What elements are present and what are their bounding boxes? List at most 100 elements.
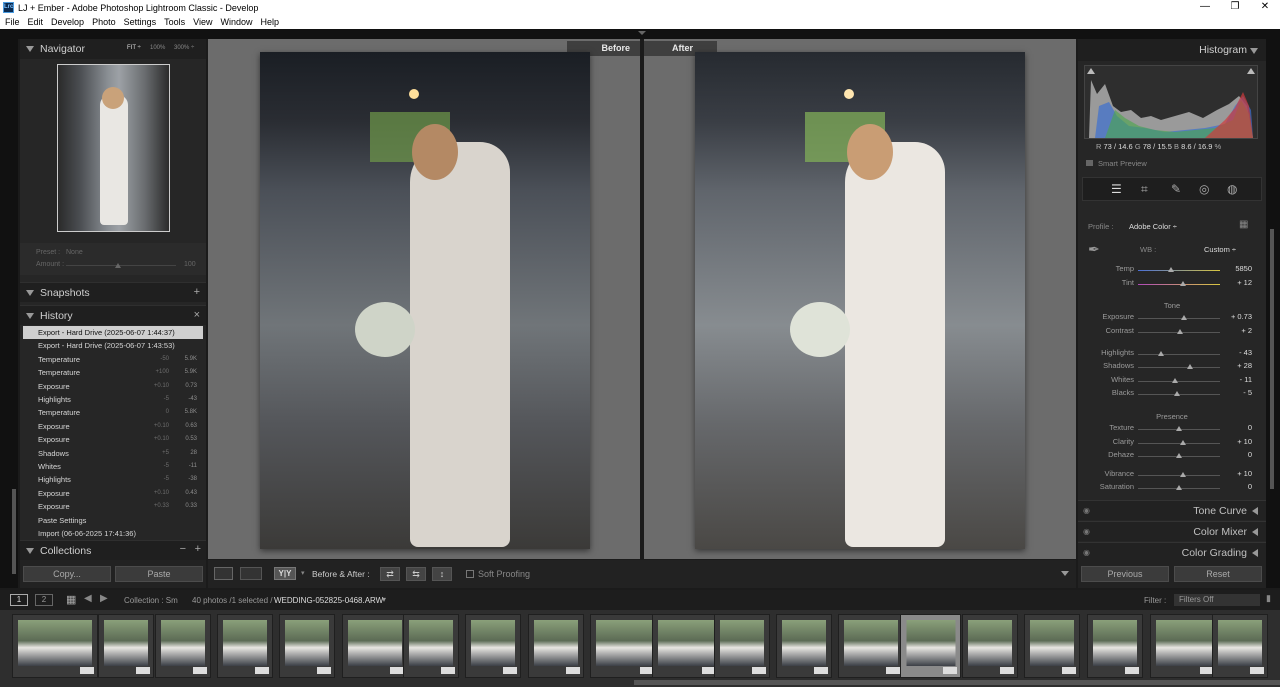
- slider-value[interactable]: + 28: [1237, 361, 1252, 370]
- slider-highlights[interactable]: Highlights - 43: [1078, 348, 1266, 361]
- close-icon[interactable]: ✕: [1250, 0, 1280, 15]
- wb-select[interactable]: Custom ÷: [1204, 245, 1236, 254]
- filmstrip-thumbnail[interactable]: [838, 614, 904, 678]
- slider-knob[interactable]: [1176, 426, 1182, 431]
- crop-icon[interactable]: ⌗: [1141, 182, 1148, 197]
- left-scrollbar[interactable]: [12, 489, 16, 574]
- zoom-100[interactable]: 100%: [150, 45, 165, 51]
- filmstrip-source[interactable]: Collection : Sm: [124, 596, 178, 605]
- amount-track[interactable]: [66, 265, 176, 266]
- slider-value[interactable]: - 43: [1239, 348, 1252, 357]
- filmstrip-thumbnail[interactable]: [714, 614, 770, 678]
- forward-arrow-icon[interactable]: ▶: [100, 593, 108, 604]
- slider-track[interactable]: [1138, 367, 1220, 368]
- slider-knob[interactable]: [1174, 391, 1181, 396]
- filmstrip-thumbnail[interactable]: [590, 614, 658, 678]
- filmstrip-thumbnail[interactable]: [342, 614, 408, 678]
- slider-knob[interactable]: [1176, 328, 1183, 334]
- history-item[interactable]: Exposure +0.33 0.33: [23, 500, 203, 513]
- history-item[interactable]: Highlights -5 -43: [23, 393, 203, 406]
- filter-select[interactable]: Filters Off: [1174, 594, 1260, 606]
- previous-button[interactable]: Previous: [1081, 566, 1169, 582]
- zoom-fit[interactable]: FIT ÷: [127, 45, 141, 51]
- menu-edit[interactable]: Edit: [28, 17, 44, 27]
- wb-eyedropper-icon[interactable]: ✒: [1088, 241, 1108, 261]
- slider-vibrance[interactable]: Vibrance + 10: [1078, 469, 1266, 482]
- slider-clarity[interactable]: Clarity + 10: [1078, 437, 1266, 450]
- slider-track[interactable]: [1138, 380, 1220, 382]
- collapse-triangle-icon[interactable]: [26, 547, 34, 554]
- loupe-view-icon[interactable]: [214, 567, 233, 580]
- filmstrip-thumbnail[interactable]: [1024, 614, 1080, 678]
- navigator-header[interactable]: Navigator FIT ÷ 100% 300% ÷: [20, 39, 206, 59]
- slider-value[interactable]: + 10: [1237, 469, 1252, 478]
- module-picker-collapsed[interactable]: [0, 29, 1280, 39]
- slider-saturation[interactable]: Saturation 0: [1078, 482, 1266, 495]
- slider-contrast[interactable]: Contrast + 2: [1078, 326, 1266, 339]
- reference-view-icon[interactable]: [240, 567, 262, 580]
- main-window-icon[interactable]: 1: [10, 594, 28, 606]
- slider-knob[interactable]: [1187, 364, 1194, 369]
- highlight-clipping-icon[interactable]: [1247, 68, 1255, 74]
- history-header[interactable]: History ×: [20, 305, 206, 325]
- expand-triangle-icon[interactable]: [1252, 507, 1258, 515]
- paste-settings-button[interactable]: Paste: [115, 566, 203, 582]
- menu-view[interactable]: View: [193, 17, 212, 27]
- menu-tools[interactable]: Tools: [164, 17, 185, 27]
- slider-tint[interactable]: Tint + 12: [1078, 278, 1266, 291]
- slider-value[interactable]: - 11: [1240, 375, 1252, 384]
- slider-knob[interactable]: [1176, 485, 1182, 490]
- slider-value[interactable]: - 5: [1243, 388, 1252, 397]
- color-mixer-header[interactable]: ◉ Color Mixer: [1078, 521, 1266, 541]
- back-arrow-icon[interactable]: ◀: [84, 593, 92, 604]
- slider-temp[interactable]: Temp 5850: [1078, 264, 1266, 277]
- slider-value[interactable]: 0: [1248, 450, 1252, 459]
- history-item[interactable]: Shadows +5 28: [23, 447, 203, 460]
- filmstrip-thumbnail[interactable]: [962, 614, 1018, 678]
- history-item[interactable]: Exposure +0.10 0.53: [23, 433, 203, 446]
- filmstrip-thumbnail[interactable]: [528, 614, 584, 678]
- slider-value[interactable]: 5850: [1235, 264, 1252, 273]
- chevron-down-icon[interactable]: ▾: [382, 595, 386, 604]
- collections-header[interactable]: Collections − +: [20, 540, 206, 560]
- history-item[interactable]: Paste Settings: [23, 514, 203, 527]
- zoom-300[interactable]: 300% ÷: [174, 45, 194, 51]
- history-item[interactable]: Exposure +0.10 0.63: [23, 420, 203, 433]
- slider-track[interactable]: [1138, 270, 1220, 271]
- histogram-graph[interactable]: [1084, 65, 1258, 139]
- history-item[interactable]: Temperature 0 5.8K: [23, 406, 203, 419]
- healing-icon[interactable]: ✎: [1171, 182, 1181, 196]
- history-item[interactable]: Temperature -50 5.9K: [23, 353, 203, 366]
- slider-track[interactable]: [1138, 353, 1220, 355]
- navigator-preview[interactable]: [57, 64, 170, 232]
- right-panel-edge[interactable]: [1266, 39, 1280, 588]
- filter-lock-icon[interactable]: ▮: [1266, 593, 1271, 604]
- copy-settings-button[interactable]: Copy...: [23, 566, 111, 582]
- secondary-window-icon[interactable]: 2: [35, 594, 53, 606]
- profile-browser-icon[interactable]: ▦: [1239, 219, 1248, 230]
- filmstrip-thumbnail[interactable]: [1150, 614, 1218, 678]
- history-item[interactable]: Whites -5 -11: [23, 460, 203, 473]
- filmstrip-thumbnail[interactable]: [1087, 614, 1143, 678]
- history-item[interactable]: Import (06-06-2025 17:41:36): [23, 527, 203, 540]
- collapse-triangle-icon[interactable]: [26, 312, 34, 319]
- toolbar-menu-icon[interactable]: [1061, 571, 1069, 576]
- shadow-clipping-icon[interactable]: [1087, 68, 1095, 74]
- slider-knob[interactable]: [1167, 267, 1174, 272]
- filmstrip-thumbnail[interactable]: [12, 614, 98, 678]
- remove-collection-icon[interactable]: −: [180, 543, 186, 555]
- filmstrip-thumbnail[interactable]: [1212, 614, 1268, 678]
- slider-blacks[interactable]: Blacks - 5: [1078, 388, 1266, 401]
- history-item[interactable]: Exposure +0.10 0.73: [23, 380, 203, 393]
- left-panel-edge[interactable]: [0, 39, 18, 588]
- slider-whites[interactable]: Whites - 11: [1078, 375, 1266, 388]
- filmstrip-thumbnail[interactable]: [279, 614, 335, 678]
- menu-settings[interactable]: Settings: [124, 17, 157, 27]
- collapse-triangle-icon[interactable]: [26, 289, 34, 296]
- filmstrip-thumbnail[interactable]: [776, 614, 832, 678]
- copy-after-to-before-icon[interactable]: ⇆: [406, 567, 426, 581]
- masking-icon[interactable]: ◍: [1227, 182, 1237, 196]
- slider-knob[interactable]: [1180, 280, 1187, 286]
- slider-dehaze[interactable]: Dehaze 0: [1078, 450, 1266, 463]
- slider-knob[interactable]: [1180, 471, 1187, 477]
